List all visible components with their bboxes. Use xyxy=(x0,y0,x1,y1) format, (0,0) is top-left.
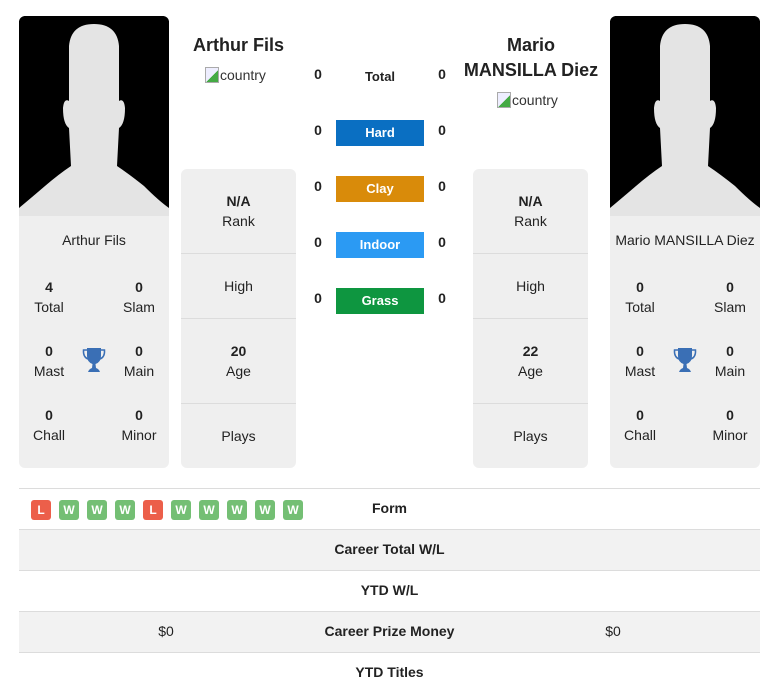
player1-titles-slam: 0 Slam xyxy=(123,279,155,315)
player1-plays: Plays xyxy=(221,428,256,444)
h2h-indoor-p2: 0 xyxy=(438,234,446,250)
player1-info-column: N/A Rank High 20 Age Plays xyxy=(181,169,296,468)
ytd-wl-row: YTD W/L xyxy=(19,570,760,611)
trophy-icon xyxy=(82,348,106,372)
player1-photo xyxy=(19,16,169,216)
player2-card: Mario MANSILLA Diez 0 Total 0 Slam 0 Mast 0… xyxy=(610,16,760,468)
player2-high: High xyxy=(516,278,545,294)
silhouette-icon xyxy=(19,16,169,216)
player2-prize-money: $0 xyxy=(605,623,621,639)
form-label: Form xyxy=(372,500,407,516)
broken-image-icon xyxy=(205,67,219,83)
divider xyxy=(181,318,296,319)
player1-titles-total: 4 Total xyxy=(34,279,64,315)
player1-titles-chall: 0 Chall xyxy=(33,407,65,443)
h2h-hard-p1: 0 xyxy=(314,122,322,138)
broken-image-icon xyxy=(497,92,511,108)
ytd-titles-row: YTD Titles xyxy=(19,652,760,693)
player2-country-alt: country xyxy=(512,92,558,108)
career-wl-label: Career Total W/L xyxy=(334,541,445,557)
player2-name-line1: Mario xyxy=(506,35,555,55)
player1-titles-main: 0 Main xyxy=(123,343,155,379)
player2-titles-main: 0 Main xyxy=(714,343,746,379)
surface-indoor-badge: Indoor xyxy=(336,232,424,258)
player2-card-name: Mario MANSILLA Diez xyxy=(615,232,755,248)
h2h-total-p1: 0 xyxy=(314,66,322,82)
silhouette-icon xyxy=(610,16,760,216)
h2h-total-label: Total xyxy=(364,69,396,84)
form-row: LWWWLWWWWW Form xyxy=(19,488,760,529)
divider xyxy=(473,318,588,319)
player2-name[interactable]: Mario MANSILLA Diez xyxy=(460,33,602,83)
player2-rank: N/A Rank xyxy=(514,193,547,229)
player1-country-alt: country xyxy=(220,67,266,83)
divider xyxy=(473,253,588,254)
prize-money-row: $0 Career Prize Money $0 xyxy=(19,611,760,652)
h2h-grass-p1: 0 xyxy=(314,290,322,306)
surface-hard-badge: Hard xyxy=(336,120,424,146)
player1-titles-mast: 0 Mast xyxy=(33,343,65,379)
player2-titles-slam: 0 Slam xyxy=(714,279,746,315)
player2-titles-chall: 0 Chall xyxy=(624,407,656,443)
player2-titles-total: 0 Total xyxy=(625,279,655,315)
player1-titles-minor: 0 Minor xyxy=(121,407,157,443)
player1-rank: N/A Rank xyxy=(222,193,255,229)
ytd-titles-label: YTD Titles xyxy=(355,664,424,680)
career-wl-row: Career Total W/L xyxy=(19,529,760,570)
h2h-indoor-p1: 0 xyxy=(314,234,322,250)
player1-age: 20 Age xyxy=(226,343,251,379)
player1-name[interactable]: Arthur Fils xyxy=(181,33,296,58)
player2-photo xyxy=(610,16,760,216)
surface-clay-badge: Clay xyxy=(336,176,424,202)
h2h-hard-p2: 0 xyxy=(438,122,446,138)
h2h-clay-p2: 0 xyxy=(438,178,446,194)
divider xyxy=(181,403,296,404)
trophy-icon xyxy=(673,348,697,372)
h2h-clay-p1: 0 xyxy=(314,178,322,194)
player1-card: Arthur Fils 4 Total 0 Slam 0 Mast 0 Main 0 Ch… xyxy=(19,16,169,468)
surface-grass-badge: Grass xyxy=(336,288,424,314)
player1-card-name: Arthur Fils xyxy=(62,232,126,248)
player1-high: High xyxy=(224,278,253,294)
player2-country-flag: country xyxy=(497,92,558,108)
ytd-wl-label: YTD W/L xyxy=(360,582,419,598)
player2-titles-minor: 0 Minor xyxy=(712,407,748,443)
player1-country-flag: country xyxy=(205,67,266,83)
h2h-grass-p2: 0 xyxy=(438,290,446,306)
h2h-total-p2: 0 xyxy=(438,66,446,82)
player2-titles-mast: 0 Mast xyxy=(624,343,656,379)
player2-name-line2: MANSILLA Diez xyxy=(463,60,599,80)
divider xyxy=(181,253,296,254)
player2-plays: Plays xyxy=(513,428,548,444)
divider xyxy=(473,403,588,404)
player2-age: 22 Age xyxy=(518,343,543,379)
player2-info-column: N/A Rank High 22 Age Plays xyxy=(473,169,588,468)
